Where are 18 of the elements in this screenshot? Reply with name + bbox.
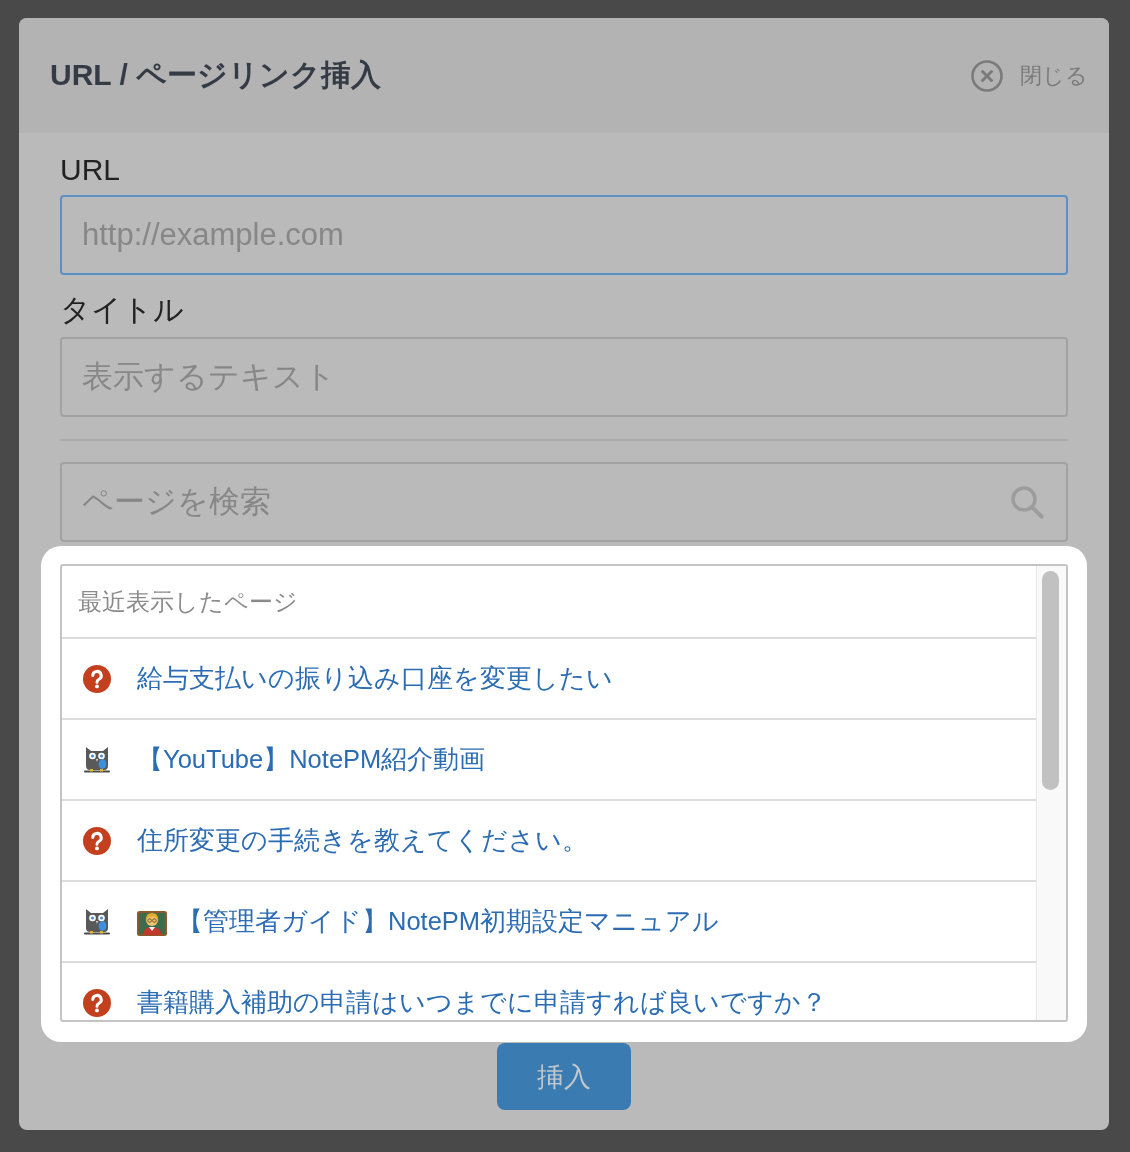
question-icon [83, 988, 111, 1017]
scrollbar-track[interactable] [1036, 566, 1066, 1020]
owl-icon [83, 745, 111, 774]
dialog-title: URL / ページリンク挿入 [50, 57, 382, 93]
scrollbar-thumb[interactable] [1042, 571, 1059, 790]
page-list-item[interactable]: 給与支払いの振り込み口座を変更したい [62, 637, 1036, 718]
page-list-item[interactable]: 書籍購入補助の申請はいつまでに申請すれば良いですか？ [62, 961, 1036, 1020]
page-list-item[interactable]: 住所変更の手続きを教えてください。 [62, 799, 1036, 880]
owl-icon [83, 907, 111, 936]
question-icon [83, 826, 111, 855]
list-heading: 最近表示したページ [77, 586, 299, 617]
field-label: URL [60, 152, 120, 188]
page-list-item[interactable]: 【YouTube】NotePM紹介動画 [62, 718, 1036, 799]
field-label: タイトル [60, 292, 184, 328]
page-list-item[interactable]: 【管理者ガイド】NotePM初期設定マニュアル [62, 880, 1036, 961]
search-icon [1010, 485, 1044, 519]
question-icon [83, 664, 111, 693]
close-icon [971, 59, 1003, 92]
